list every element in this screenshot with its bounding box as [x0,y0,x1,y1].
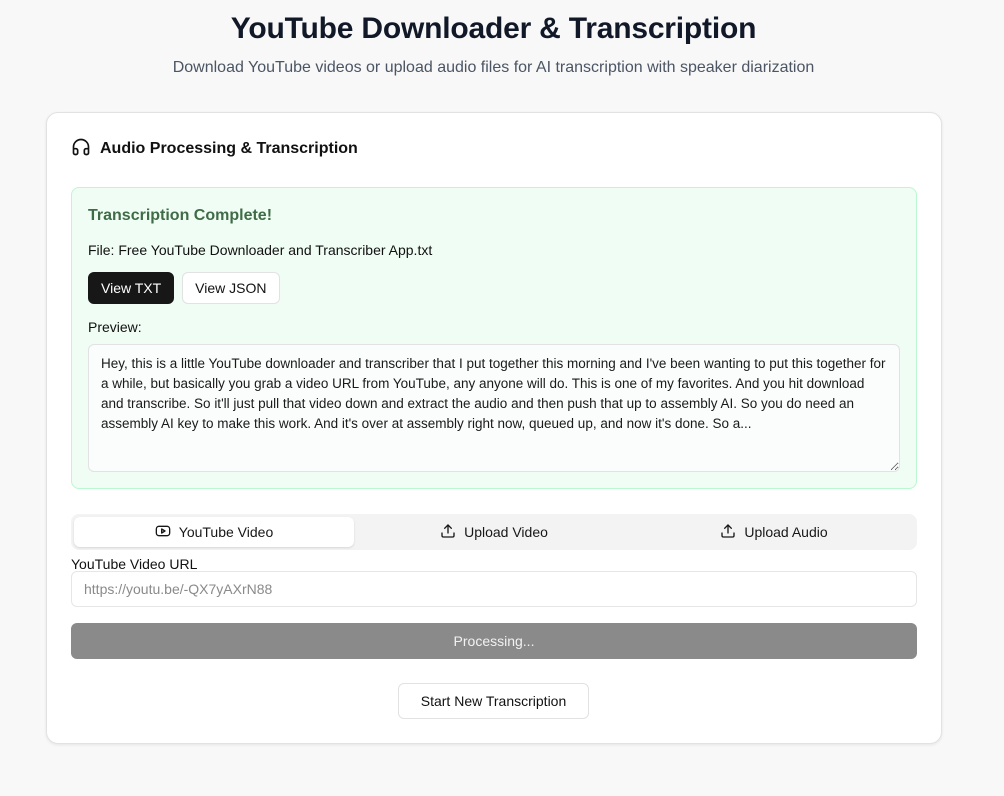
source-tabs: YouTube Video Upload Video Upload Audio [71,514,917,550]
result-actions: View TXT View JSON [88,272,280,304]
tab-label: Upload Video [464,524,548,540]
youtube-icon [155,523,171,542]
upload-icon [440,523,456,542]
transcript-preview[interactable]: Hey, this is a little YouTube downloader… [88,344,900,472]
view-json-button[interactable]: View JSON [182,272,280,304]
tab-youtube-video[interactable]: YouTube Video [74,517,354,547]
preview-label: Preview: [88,319,142,335]
tab-upload-video[interactable]: Upload Video [354,517,634,547]
transcription-result-panel: Transcription Complete! File: Free YouTu… [71,187,917,489]
upload-icon [720,523,736,542]
card-title: Audio Processing & Transcription [100,140,358,157]
card-header: Audio Processing & Transcription [71,137,358,161]
youtube-url-label: YouTube Video URL [71,556,198,572]
youtube-url-input[interactable] [71,571,917,607]
page-title: YouTube Downloader & Transcription [230,12,757,45]
start-new-transcription-button[interactable]: Start New Transcription [398,683,589,719]
view-txt-button[interactable]: View TXT [88,272,175,304]
page-subtitle: Download YouTube videos or upload audio … [172,59,815,76]
headphones-icon [71,137,91,162]
tab-label: YouTube Video [178,524,274,540]
result-file-name: File: Free YouTube Downloader and Transc… [88,242,433,258]
tab-label: Upload Audio [744,524,828,540]
tab-upload-audio[interactable]: Upload Audio [634,517,914,547]
processing-button[interactable]: Processing... [71,623,917,659]
transcription-card: Audio Processing & Transcription Transcr… [46,112,942,744]
result-title: Transcription Complete! [88,207,273,224]
